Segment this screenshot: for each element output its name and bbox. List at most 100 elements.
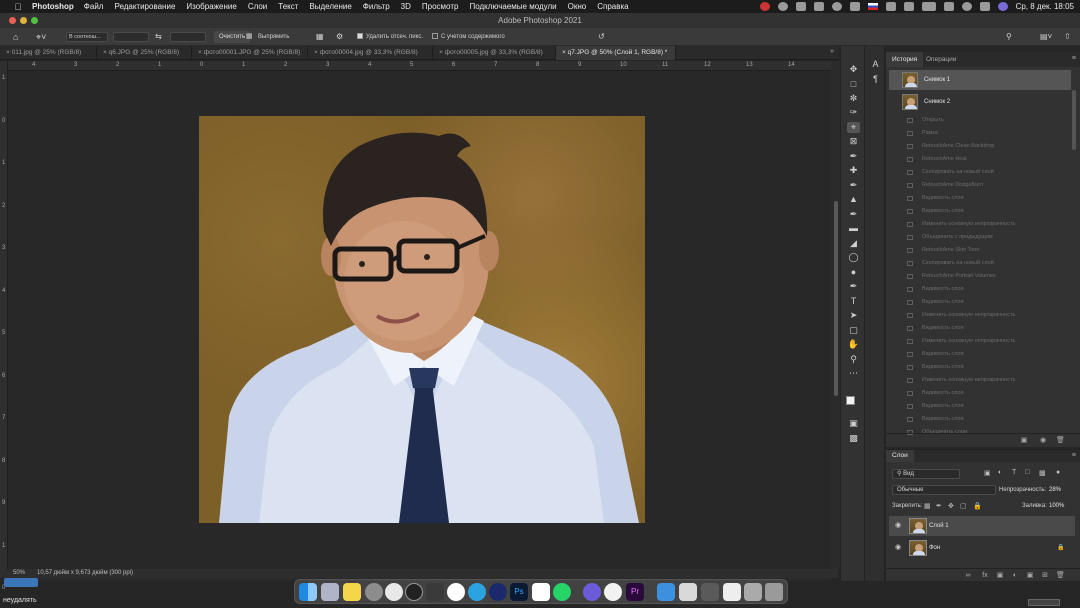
menu-extra-icon-2[interactable] bbox=[813, 2, 824, 11]
blend-mode-dropdown[interactable]: Обычные bbox=[892, 485, 996, 495]
tab-close-icon[interactable]: × bbox=[6, 49, 10, 56]
layer-name[interactable]: Фон bbox=[929, 538, 940, 558]
history-step[interactable]: Изменить основную непрозрачность bbox=[889, 335, 1071, 348]
control-center-icon[interactable] bbox=[979, 2, 990, 11]
menu-image[interactable]: Изображение bbox=[186, 2, 236, 11]
crop-width-field[interactable] bbox=[113, 32, 149, 42]
eye-icon[interactable]: ◉ bbox=[895, 538, 901, 558]
menu-select[interactable]: Выделение bbox=[309, 2, 351, 11]
pen-tool-icon[interactable]: ✒ bbox=[847, 281, 860, 292]
trash-icon[interactable] bbox=[765, 583, 783, 601]
files-app-icon[interactable] bbox=[679, 583, 697, 601]
marquee-tool-icon[interactable]: □ bbox=[847, 79, 860, 90]
lock-all-icon[interactable]: 🔒 bbox=[973, 502, 982, 510]
filter-adjustment-icon[interactable]: ◐ bbox=[998, 469, 1002, 476]
history-step[interactable]: Открыть bbox=[889, 114, 1071, 127]
search-icon[interactable] bbox=[961, 2, 972, 11]
downloads-folder-icon[interactable] bbox=[657, 583, 675, 601]
menu-plugins[interactable]: Подключаемые модули bbox=[469, 2, 556, 11]
add-mask-icon[interactable]: ▣ bbox=[996, 572, 1004, 580]
filter-pixel-icon[interactable]: ▣ bbox=[984, 469, 991, 477]
home-icon[interactable]: ⌂ bbox=[13, 32, 18, 42]
adjustment-layer-icon[interactable]: ◐ bbox=[1011, 572, 1019, 580]
lock-position-icon[interactable]: ✥ bbox=[948, 502, 954, 510]
history-step[interactable]: Рамка bbox=[889, 127, 1071, 140]
input-language-flag-icon[interactable] bbox=[867, 3, 878, 10]
filter-toggle-icon[interactable]: ● bbox=[1056, 469, 1060, 476]
swap-dimensions-icon[interactable]: ⇆ bbox=[155, 32, 162, 42]
battery-icon[interactable] bbox=[921, 2, 936, 11]
tab-history[interactable]: История bbox=[886, 52, 924, 67]
eye-icon[interactable]: ◉ bbox=[895, 516, 901, 536]
history-step[interactable]: Видимость слоя bbox=[889, 400, 1071, 413]
foreground-color-swatch[interactable] bbox=[846, 396, 855, 405]
tab-actions[interactable]: Операции bbox=[920, 52, 962, 67]
telegram-icon[interactable] bbox=[468, 583, 486, 601]
one-app-icon[interactable] bbox=[489, 583, 507, 601]
photoshop-icon[interactable]: Ps bbox=[510, 583, 528, 601]
move-tool-icon[interactable]: ✥ bbox=[847, 64, 860, 75]
menu-file[interactable]: Файл bbox=[84, 2, 104, 11]
lock-image-icon[interactable]: ✒ bbox=[936, 502, 942, 510]
keyboard-app-icon[interactable] bbox=[723, 583, 741, 601]
character-panel-icon[interactable]: A bbox=[869, 59, 882, 70]
search-icon[interactable]: ⚲ bbox=[1006, 32, 1012, 42]
calculator-icon[interactable] bbox=[426, 583, 444, 601]
vertical-scrollbar[interactable] bbox=[831, 61, 840, 569]
vertical-scrollbar-thumb[interactable] bbox=[834, 201, 838, 396]
settings-gear-icon[interactable]: ⚙ bbox=[336, 32, 343, 42]
menu-filter[interactable]: Фильтр bbox=[363, 2, 390, 11]
app-menu-photoshop[interactable]: Photoshop bbox=[32, 2, 74, 11]
straighten-icon[interactable]: ▦ bbox=[246, 32, 253, 42]
launchpad-icon[interactable] bbox=[321, 583, 339, 601]
straighten-label[interactable]: Выпрямить bbox=[258, 32, 289, 42]
wifi-icon[interactable] bbox=[943, 2, 954, 11]
content-aware-checkbox[interactable]: С учетом содержимого bbox=[432, 32, 505, 42]
history-step[interactable]: Объединить с предыдущим bbox=[889, 231, 1071, 244]
calendar-icon[interactable] bbox=[532, 583, 550, 601]
eyedropper-tool-icon[interactable]: ✒ bbox=[847, 151, 860, 162]
tab-close-icon[interactable]: × bbox=[562, 49, 566, 56]
tab-close-icon[interactable]: × bbox=[198, 49, 202, 56]
panel-menu-icon[interactable]: ≡ bbox=[1072, 55, 1076, 62]
history-step[interactable]: RetouchAme Clean Backdrop bbox=[889, 140, 1071, 153]
settings-icon[interactable] bbox=[365, 583, 383, 601]
crop-tool-preset-icon[interactable]: ⌖˅ bbox=[36, 32, 46, 42]
zoom-level[interactable]: 50% bbox=[13, 569, 25, 578]
panel-menu-icon[interactable]: ≡ bbox=[1072, 452, 1076, 459]
tab-document[interactable]: × фото00004.jpg @ 33,3% (RGB/8) bbox=[308, 46, 433, 60]
media-app-icon[interactable] bbox=[405, 583, 423, 601]
creative-cloud-icon[interactable] bbox=[759, 2, 770, 11]
app-status-icon[interactable] bbox=[777, 2, 788, 11]
quick-mask-icon[interactable]: ▣ bbox=[847, 418, 860, 429]
minimized-window-thumbnail[interactable] bbox=[1028, 599, 1060, 606]
screen-mode-icon[interactable]: ▩ bbox=[847, 433, 860, 444]
gradient-tool-icon[interactable]: ◢ bbox=[847, 238, 860, 249]
bluetooth-icon[interactable] bbox=[903, 2, 914, 11]
history-step[interactable]: Видимость слоя bbox=[889, 348, 1071, 361]
brush-tool-icon[interactable]: ✒ bbox=[847, 180, 860, 191]
history-step[interactable]: Видимость слоя bbox=[889, 322, 1071, 335]
history-step[interactable]: RetouchAme Skin Tone bbox=[889, 244, 1071, 257]
horizontal-ruler[interactable]: 4 3 2 1 0 1 2 3 4 5 6 7 8 9 10 11 12 13 14 bbox=[8, 61, 831, 71]
zoom-window-button[interactable] bbox=[31, 17, 38, 24]
history-step[interactable]: Скопировать на новый слой bbox=[889, 166, 1071, 179]
frame-tool-icon[interactable]: ⊠ bbox=[847, 136, 860, 147]
minimize-window-button[interactable] bbox=[20, 17, 27, 24]
menu-layers[interactable]: Слои bbox=[248, 2, 267, 11]
crop-tool-icon[interactable]: ⌖ bbox=[847, 122, 860, 133]
lock-transparent-icon[interactable]: ▦ bbox=[924, 502, 931, 510]
ratio-dropdown[interactable]: В соотнош... bbox=[66, 32, 108, 42]
layer-name[interactable]: Слой 1 bbox=[929, 516, 949, 536]
filter-type-icon[interactable]: T bbox=[1012, 469, 1016, 476]
link-layers-icon[interactable]: ∞ bbox=[964, 572, 972, 580]
blur-tool-icon[interactable]: ◯ bbox=[847, 252, 860, 263]
history-step[interactable]: Видимость слоя bbox=[889, 361, 1071, 374]
display-icon[interactable] bbox=[849, 2, 860, 11]
history-scrollbar[interactable] bbox=[1072, 90, 1076, 150]
premiere-icon[interactable]: Pr bbox=[626, 583, 644, 601]
tab-layers[interactable]: Слои bbox=[886, 450, 914, 462]
menu-help[interactable]: Справка bbox=[597, 2, 628, 11]
history-step[interactable]: Видимость слоя bbox=[889, 205, 1071, 218]
tab-close-icon[interactable]: × bbox=[103, 49, 107, 56]
